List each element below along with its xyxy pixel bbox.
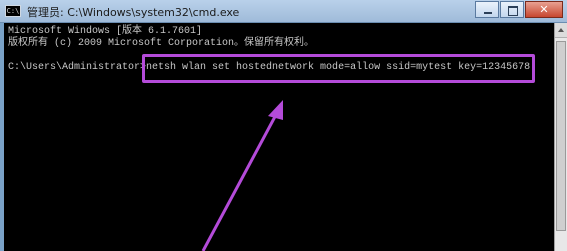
annotation-arrow-icon: [201, 100, 283, 251]
cmd-window: C:\ 管理员: C:\Windows\system32\cmd.exe ✕ M…: [0, 0, 567, 251]
